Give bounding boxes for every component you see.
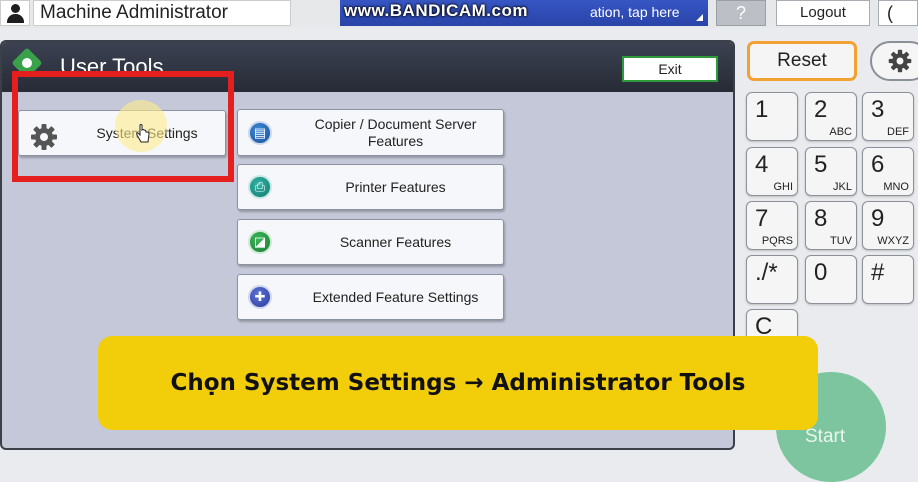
scanner-features-label: Scanner Features [339, 233, 452, 250]
edge-button[interactable]: ( [878, 0, 918, 26]
gear-icon [888, 49, 912, 73]
key-8[interactable]: 8 TUV [805, 201, 857, 250]
extended-feature-icon: ✚ [248, 285, 272, 309]
copier-icon: ▤ [248, 121, 272, 145]
key-4[interactable]: 4 GHI [746, 147, 798, 196]
key-5[interactable]: 5 JKL [805, 147, 857, 196]
key-0[interactable]: 0 [805, 255, 857, 304]
key-9[interactable]: 9 WXYZ [862, 201, 914, 250]
key-1[interactable]: 1 [746, 92, 798, 141]
recorder-watermark: www.BANDICAM.com [344, 1, 528, 20]
key-hash[interactable]: # [862, 255, 914, 304]
printer-icon: ⎙ [248, 175, 272, 199]
scanner-icon: ◪ [248, 230, 272, 254]
copier-features-button[interactable]: ▤ Copier / Document Server Features [237, 109, 504, 156]
key-3[interactable]: 3 DEF [862, 92, 914, 141]
top-bar: Machine Administrator ation, tap here ww… [0, 0, 918, 28]
logout-button[interactable]: Logout [776, 0, 870, 26]
user-icon [0, 0, 30, 26]
extended-feature-settings-label: Extended Feature Settings [312, 288, 479, 305]
key-6[interactable]: 6 MNO [862, 147, 914, 196]
scanner-features-button[interactable]: ◪ Scanner Features [237, 219, 504, 265]
extended-feature-settings-button[interactable]: ✚ Extended Feature Settings [237, 274, 504, 320]
hand-cursor-icon [136, 124, 150, 143]
logged-in-user: Machine Administrator [33, 0, 291, 26]
key-dot-star[interactable]: ./* [746, 255, 798, 304]
help-button[interactable]: ? [716, 0, 766, 26]
tutorial-caption: Chọn System Settings → Administrator Too… [98, 336, 818, 430]
printer-features-label: Printer Features [345, 178, 446, 195]
key-2[interactable]: 2 ABC [805, 92, 857, 141]
status-text: ation, tap here [590, 4, 680, 20]
settings-button[interactable] [870, 41, 918, 81]
copier-features-label: Copier / Document Server Features [314, 115, 477, 149]
key-7[interactable]: 7 PQRS [746, 201, 798, 250]
start-label: Start [805, 426, 846, 447]
status-expand-icon[interactable] [696, 14, 703, 21]
exit-button[interactable]: Exit [622, 56, 718, 82]
printer-features-button[interactable]: ⎙ Printer Features [237, 164, 504, 210]
reset-button[interactable]: Reset [747, 41, 857, 81]
